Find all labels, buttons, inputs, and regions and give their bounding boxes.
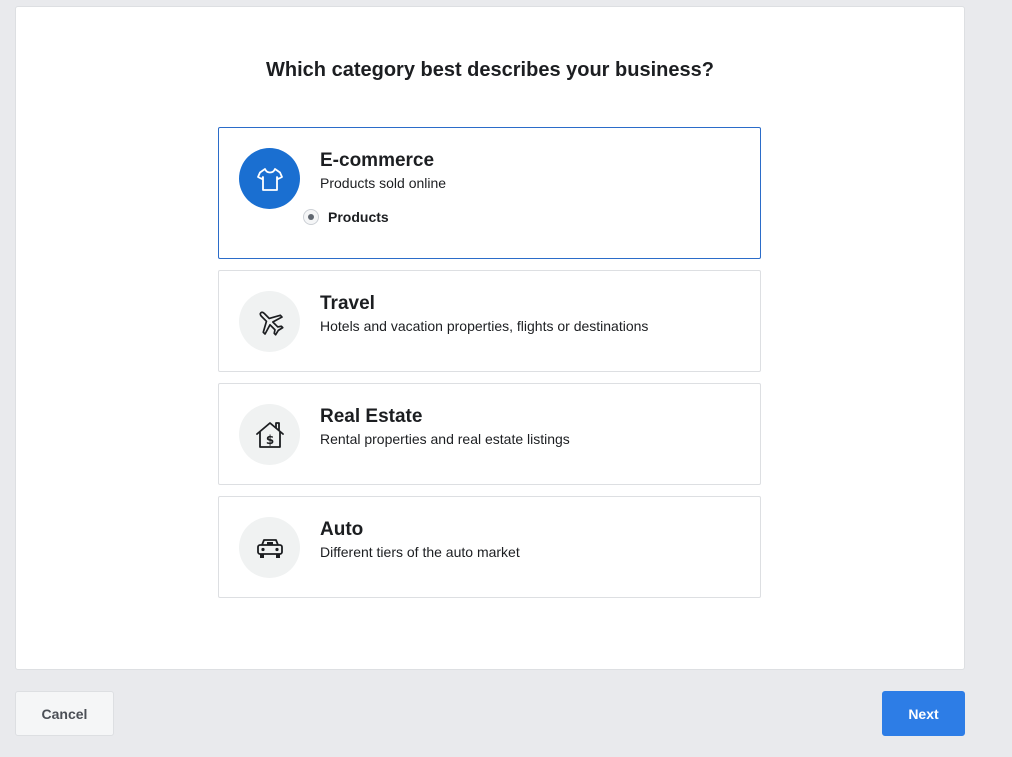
tshirt-icon xyxy=(239,148,300,209)
page-title: Which category best describes your busin… xyxy=(266,59,714,81)
category-panel: Which category best describes your busin… xyxy=(15,6,965,670)
option-title: Travel xyxy=(320,293,375,314)
option-title: Auto xyxy=(320,519,364,540)
house-dollar-icon: $ xyxy=(239,404,300,465)
products-label: Products xyxy=(328,209,389,225)
option-real-estate[interactable]: $ Real Estate Rental properties and real… xyxy=(218,383,761,485)
option-travel[interactable]: Travel Hotels and vacation properties, f… xyxy=(218,270,761,372)
option-description: Hotels and vacation properties, flights … xyxy=(320,318,649,334)
products-radio-option[interactable]: Products xyxy=(303,209,389,225)
car-icon xyxy=(239,517,300,578)
radio-button[interactable] xyxy=(303,209,319,225)
option-ecommerce[interactable]: E-commerce Products sold online Products xyxy=(218,127,761,259)
svg-text:$: $ xyxy=(265,433,273,447)
cancel-button[interactable]: Cancel xyxy=(15,691,114,736)
next-button[interactable]: Next xyxy=(882,691,965,736)
option-auto[interactable]: Auto Different tiers of the auto market xyxy=(218,496,761,598)
option-description: Products sold online xyxy=(320,175,447,191)
option-title: Real Estate xyxy=(320,406,423,427)
airplane-icon xyxy=(239,291,300,352)
category-options: E-commerce Products sold online Products… xyxy=(218,127,762,609)
option-description: Different tiers of the auto market xyxy=(320,544,520,560)
option-title: E-commerce xyxy=(320,150,435,171)
option-description: Rental properties and real estate listin… xyxy=(320,431,570,447)
